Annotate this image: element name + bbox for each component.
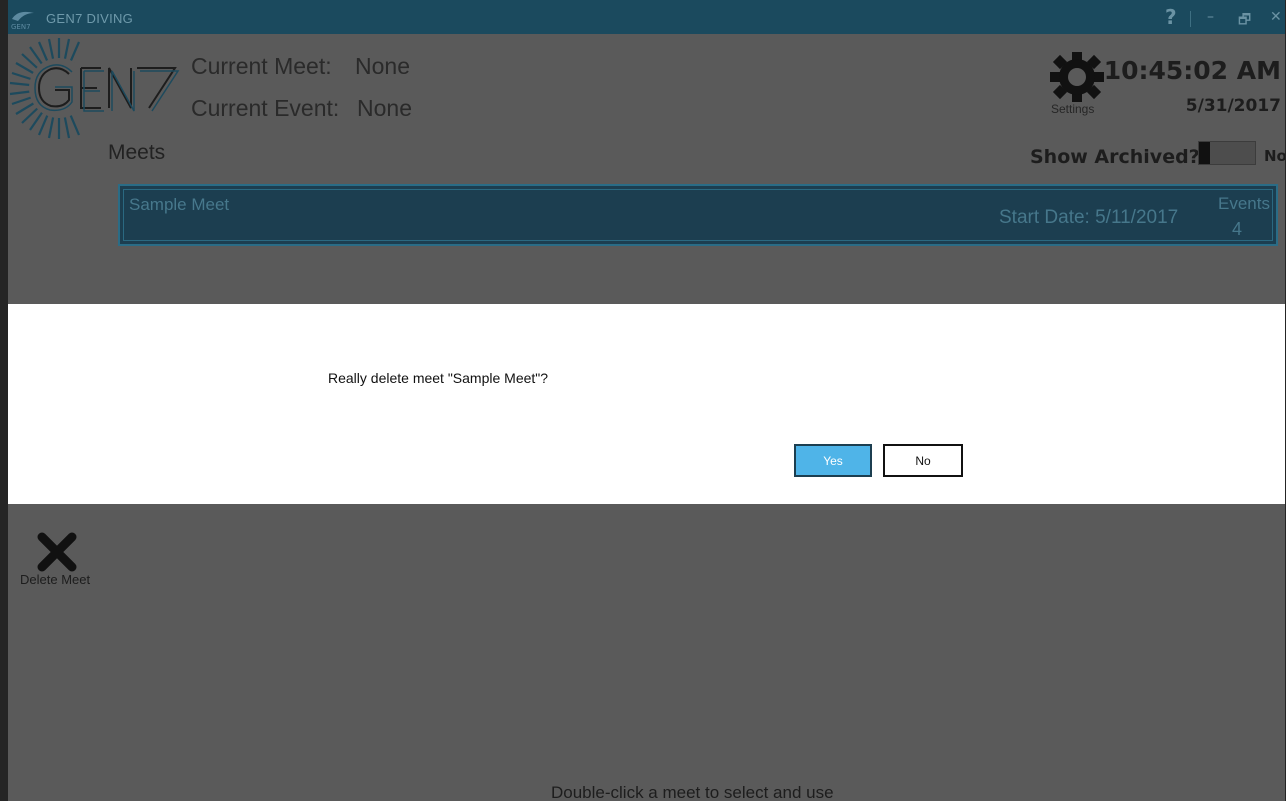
- delete-meet-label: Delete Meet: [20, 572, 91, 587]
- meet-events-label: Events: [1218, 194, 1270, 213]
- title-bar[interactable]: GEN7 GEN7 DIVING ? – 🗗 ✕: [8, 0, 1285, 34]
- minimize-icon[interactable]: –: [1207, 9, 1214, 25]
- gen7-app-icon: GEN7: [11, 11, 34, 31]
- close-icon[interactable]: ✕: [1270, 9, 1282, 25]
- yes-button[interactable]: Yes: [794, 444, 872, 477]
- current-meet-label: Current Meet:: [191, 53, 332, 79]
- current-event-label: Current Event:: [191, 95, 340, 121]
- clock-time: 10:45:02 AM: [1103, 56, 1281, 85]
- confirm-delete-dialog: Really delete meet "Sample Meet"? Yes No: [8, 304, 1285, 504]
- svg-text:GEN7: GEN7: [11, 23, 31, 31]
- footer-hint: Double-click a meet to select and use: [551, 783, 834, 801]
- gear-icon: [1050, 52, 1104, 102]
- meet-name: Sample Meet: [129, 195, 230, 214]
- meet-list-item[interactable]: Sample Meet Start Date: 5/11/2017 Events…: [118, 184, 1278, 246]
- clock-date: 5/31/2017: [1185, 96, 1281, 116]
- toggle-knob: [1199, 142, 1210, 164]
- app-window: GEN7 GEN7 DIVING ? – 🗗 ✕ Current Meet: N…: [0, 0, 1286, 801]
- show-archived-value: No: [1264, 147, 1286, 165]
- meet-start-date: Start Date: 5/11/2017: [999, 207, 1179, 228]
- dialog-message: Really delete meet "Sample Meet"?: [328, 370, 549, 386]
- current-meet-value: None: [355, 53, 410, 79]
- meet-events-count: 4: [1231, 219, 1242, 239]
- show-archived-label: Show Archived?: [1030, 146, 1200, 168]
- no-button[interactable]: No: [883, 444, 963, 477]
- gen7-logo: [9, 38, 180, 139]
- titlebar-separator: [1190, 11, 1191, 27]
- window-title: GEN7 DIVING: [46, 11, 134, 26]
- restore-icon[interactable]: 🗗: [1238, 9, 1251, 33]
- show-archived-toggle[interactable]: [1198, 141, 1256, 165]
- meets-heading: Meets: [108, 141, 166, 164]
- current-event-value: None: [357, 95, 412, 121]
- delete-x-icon: [37, 532, 77, 572]
- help-icon[interactable]: ?: [1165, 5, 1177, 29]
- settings-label[interactable]: Settings: [1051, 102, 1094, 116]
